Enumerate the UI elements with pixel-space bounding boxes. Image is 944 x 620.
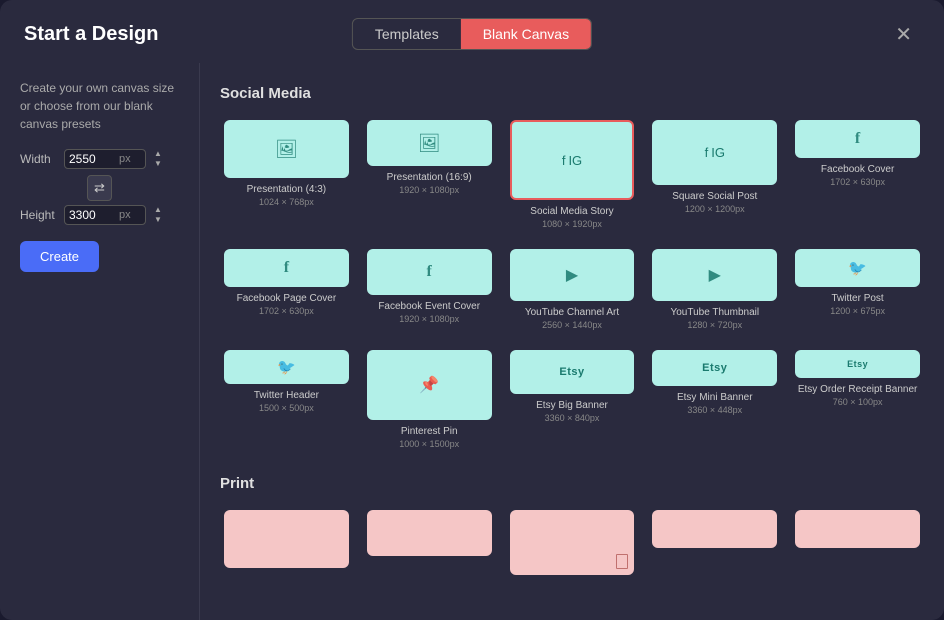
print-section: Print xyxy=(220,475,924,584)
youtube-thumbnail-icon: ▶ xyxy=(709,265,721,285)
height-input[interactable] xyxy=(69,208,119,222)
card-label-etsy-big-banner: Etsy Big Banner3360 × 840px xyxy=(536,399,608,425)
modal-title: Start a Design xyxy=(24,23,158,46)
close-button[interactable]: ✕ xyxy=(887,18,920,51)
card-etsy-order-receipt-banner[interactable]: Etsy Etsy Order Receipt Banner760 × 100p… xyxy=(791,346,924,455)
card-print-5[interactable] xyxy=(791,506,924,584)
height-row: Height px ▲ ▼ xyxy=(20,205,179,225)
width-input[interactable] xyxy=(69,152,119,166)
card-facebook-cover[interactable]: f Facebook Cover1702 × 630px xyxy=(791,116,924,235)
facebook-cover-icon: f xyxy=(855,130,860,148)
card-presentation-4-3[interactable]: 🖼 Presentation (4:3)1024 × 768px xyxy=(220,116,353,235)
card-label-square-social-post: Square Social Post1200 × 1200px xyxy=(672,190,757,216)
card-twitter-header[interactable]: 🐦 Twitter Header1500 × 500px xyxy=(220,346,353,455)
card-label-social-media-story: Social Media Story1080 × 1920px xyxy=(530,205,613,231)
card-label-facebook-cover: Facebook Cover1702 × 630px xyxy=(821,163,894,189)
card-print-1[interactable] xyxy=(220,506,353,584)
width-row: Width px ▲ ▼ xyxy=(20,149,179,169)
width-label: Width xyxy=(20,152,60,166)
card-print-3[interactable] xyxy=(506,506,639,584)
width-input-wrap: px xyxy=(64,149,146,169)
presentation-4-3-icon: 🖼 xyxy=(275,139,298,160)
card-label-etsy-order-receipt: Etsy Order Receipt Banner760 × 100px xyxy=(798,383,918,409)
left-panel: Create your own canvas size or choose fr… xyxy=(0,63,200,620)
tab-group: Templates Blank Canvas xyxy=(352,18,592,50)
instagram-story-icon: IG xyxy=(568,153,582,168)
card-pinterest-pin[interactable]: 📌 Pinterest Pin1000 × 1500px xyxy=(363,346,496,455)
width-down[interactable]: ▼ xyxy=(152,159,164,169)
presentation-16-9-icon: 🖼 xyxy=(418,133,441,154)
youtube-channel-art-icon: ▶ xyxy=(566,265,578,285)
right-panel: Social Media 🖼 Presentation (4:3)1024 × … xyxy=(200,63,944,620)
swap-dimensions-button[interactable]: ⇄ xyxy=(87,175,112,201)
create-button[interactable]: Create xyxy=(20,241,99,272)
card-youtube-channel-art[interactable]: ▶ YouTube Channel Art2560 × 1440px xyxy=(506,245,639,336)
width-up[interactable]: ▲ xyxy=(152,149,164,159)
height-down[interactable]: ▼ xyxy=(152,215,164,225)
modal: Start a Design Templates Blank Canvas ✕ … xyxy=(0,0,944,620)
card-etsy-big-banner[interactable]: Etsy Etsy Big Banner3360 × 840px xyxy=(506,346,639,455)
modal-body: Create your own canvas size or choose fr… xyxy=(0,63,944,620)
facebook-square-icon: f xyxy=(705,145,709,160)
print-title: Print xyxy=(220,475,924,492)
card-twitter-post[interactable]: 🐦 Twitter Post1200 × 675px xyxy=(791,245,924,336)
pinterest-pin-icon: 📌 xyxy=(419,375,439,395)
card-facebook-event-cover[interactable]: f Facebook Event Cover1920 × 1080px xyxy=(363,245,496,336)
card-etsy-mini-banner[interactable]: Etsy Etsy Mini Banner3360 × 448px xyxy=(648,346,781,455)
height-unit: px xyxy=(119,209,131,221)
card-label-twitter-post: Twitter Post1200 × 675px xyxy=(830,292,885,318)
card-label-twitter-header: Twitter Header1500 × 500px xyxy=(254,389,319,415)
card-label-facebook-page-cover: Facebook Page Cover1702 × 630px xyxy=(237,292,337,318)
etsy-mini-banner-icon: Etsy xyxy=(702,362,727,374)
card-label-presentation-4-3: Presentation (4:3)1024 × 768px xyxy=(247,183,327,209)
twitter-post-icon: 🐦 xyxy=(848,259,867,277)
facebook-event-cover-icon: f xyxy=(427,263,432,281)
etsy-order-receipt-icon: Etsy xyxy=(847,359,868,369)
height-label: Height xyxy=(20,208,60,222)
swap-row: ⇄ xyxy=(20,175,179,201)
facebook-story-icon: f xyxy=(562,153,566,168)
height-stepper[interactable]: ▲ ▼ xyxy=(152,205,164,225)
card-youtube-thumbnail[interactable]: ▶ YouTube Thumbnail1280 × 720px xyxy=(648,245,781,336)
social-media-grid: 🖼 Presentation (4:3)1024 × 768px 🖼 Prese… xyxy=(220,116,924,455)
card-label-etsy-mini-banner: Etsy Mini Banner3360 × 448px xyxy=(677,391,753,417)
instagram-square-icon: IG xyxy=(711,145,725,160)
social-media-title: Social Media xyxy=(220,85,924,102)
print-3-icon xyxy=(616,554,628,569)
height-input-wrap: px xyxy=(64,205,146,225)
etsy-big-banner-icon: Etsy xyxy=(559,366,584,378)
card-print-4[interactable] xyxy=(648,506,781,584)
modal-header: Start a Design Templates Blank Canvas ✕ xyxy=(0,0,944,63)
card-label-presentation-16-9: Presentation (16:9)1920 × 1080px xyxy=(387,171,472,197)
tab-templates[interactable]: Templates xyxy=(353,19,461,49)
square-post-icons: f IG xyxy=(705,145,725,160)
card-print-2[interactable] xyxy=(363,506,496,584)
height-up[interactable]: ▲ xyxy=(152,205,164,215)
width-unit: px xyxy=(119,153,131,165)
card-social-media-story[interactable]: f IG Social Media Story1080 × 1920px xyxy=(506,116,639,235)
card-label-youtube-thumbnail: YouTube Thumbnail1280 × 720px xyxy=(670,306,759,332)
card-label-pinterest-pin: Pinterest Pin1000 × 1500px xyxy=(399,425,459,451)
tab-blank-canvas[interactable]: Blank Canvas xyxy=(461,19,591,49)
story-icons: f IG xyxy=(562,153,582,168)
width-stepper[interactable]: ▲ ▼ xyxy=(152,149,164,169)
canvas-description: Create your own canvas size or choose fr… xyxy=(20,79,179,133)
facebook-page-cover-icon: f xyxy=(284,259,289,277)
card-presentation-16-9[interactable]: 🖼 Presentation (16:9)1920 × 1080px xyxy=(363,116,496,235)
card-square-social-post[interactable]: f IG Square Social Post1200 × 1200px xyxy=(648,116,781,235)
card-label-facebook-event-cover: Facebook Event Cover1920 × 1080px xyxy=(378,300,480,326)
twitter-header-icon: 🐦 xyxy=(277,358,296,376)
social-media-section: Social Media 🖼 Presentation (4:3)1024 × … xyxy=(220,85,924,455)
card-label-youtube-channel-art: YouTube Channel Art2560 × 1440px xyxy=(525,306,619,332)
card-facebook-page-cover[interactable]: f Facebook Page Cover1702 × 630px xyxy=(220,245,353,336)
print-grid xyxy=(220,506,924,584)
